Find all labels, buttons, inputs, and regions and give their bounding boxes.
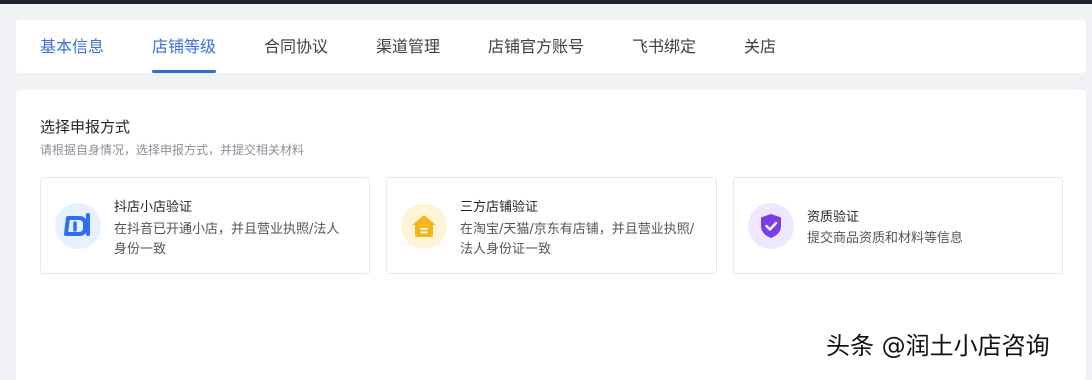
option-third-party-store-verify[interactable]: 三方店铺验证 在淘宝/天猫/京东有店铺，并且营业执照/法人身份证一致 [386,177,717,274]
tab-channel-management[interactable]: 渠道管理 [376,20,440,73]
option-douyin-shop-verify[interactable]: 抖店小店验证 在抖音已开通小店，并且营业执照/法人身份一致 [40,177,370,274]
section-title: 选择申报方式 [40,118,131,136]
tab-contract[interactable]: 合同协议 [264,20,328,73]
option-title: 资质验证 [807,210,860,225]
tab-store-level[interactable]: 店铺等级 [152,20,217,73]
tab-close-store[interactable]: 关店 [744,20,776,73]
tab-feishu-binding[interactable]: 飞书绑定 [632,20,696,73]
shield-check-icon [748,203,794,249]
option-title: 三方店铺验证 [460,200,539,215]
watermark-text: 头条 @润土小店咨询 [826,332,1050,360]
tab-basic-info[interactable]: 基本信息 [40,20,104,73]
option-description: 提交商品资质和材料等信息 [807,231,964,246]
top-dark-bar [0,0,1092,4]
option-qualification-verify[interactable]: 资质验证 提交商品资质和材料等信息 [733,177,1063,274]
tab-official-account[interactable]: 店铺官方账号 [488,20,584,73]
option-title: 抖店小店验证 [114,200,193,215]
douyin-shop-icon [55,203,101,249]
option-description: 在淘宝/天猫/京东有店铺，并且营业执照/法人身份证一致 [460,222,695,257]
store-icon [401,203,447,249]
option-description: 在抖音已开通小店，并且营业执照/法人身份一致 [114,222,340,257]
tab-bar: 基本信息 店铺等级 合同协议 渠道管理 店铺官方账号 飞书绑定 关店 [16,20,1086,73]
section-subtitle: 请根据自身情况，选择申报方式，并提交相关材料 [40,143,305,157]
